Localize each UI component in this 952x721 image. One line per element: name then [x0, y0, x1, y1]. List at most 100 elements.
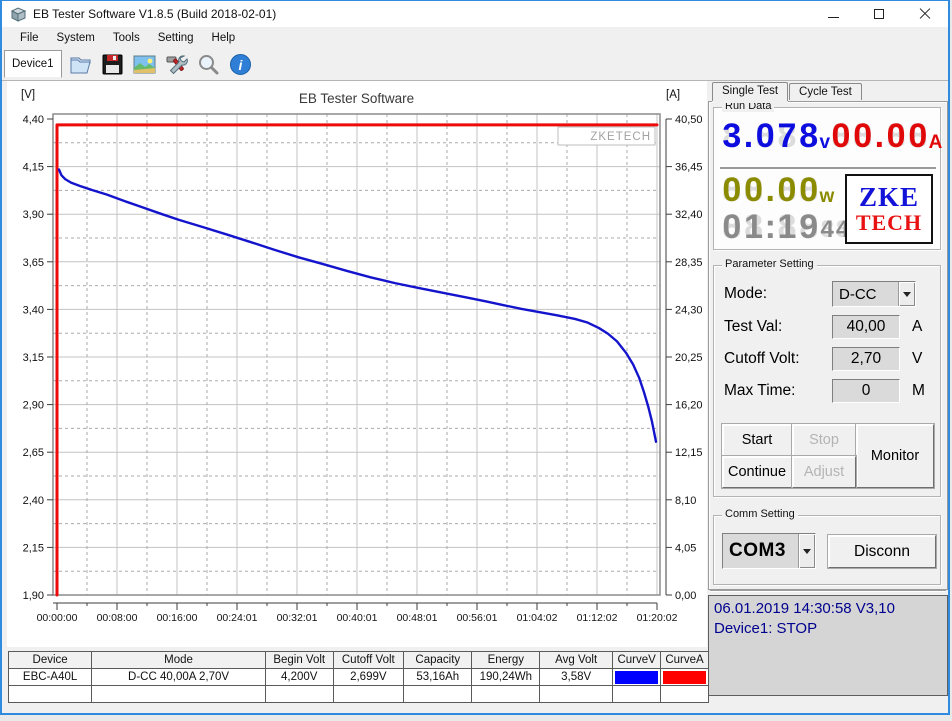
svg-text:00:40:01: 00:40:01	[337, 612, 378, 624]
svg-text:24,30: 24,30	[675, 304, 703, 316]
continue-button[interactable]: Continue	[722, 456, 792, 488]
curve-a-swatch	[663, 670, 706, 684]
mode-dropdown-icon[interactable]	[898, 282, 915, 306]
cell-begin-volt: 4,200V	[264, 668, 334, 686]
svg-text:ZKETECH: ZKETECH	[590, 131, 651, 143]
curve-v-swatch	[615, 670, 659, 684]
results-table: Device Mode Begin Volt Cutoff Volt Capac…	[8, 651, 709, 703]
svg-text:4,15: 4,15	[23, 162, 44, 174]
results-table-wrap: Device Mode Begin Volt Cutoff Volt Capac…	[8, 651, 709, 709]
minimize-icon[interactable]	[810, 1, 856, 27]
svg-text:EB Tester Software: EB Tester Software	[299, 91, 414, 106]
max-time-input[interactable]: 0	[832, 379, 900, 403]
voltage-unit: v	[819, 132, 831, 153]
monitor-button[interactable]: Monitor	[856, 424, 934, 488]
app-icon	[10, 6, 27, 22]
svg-text:32,40: 32,40	[675, 209, 703, 221]
current-unit: A	[928, 132, 943, 153]
status-timestamp: 06.01.2019 14:30:58 V3,10	[714, 600, 895, 617]
svg-text:20,25: 20,25	[675, 352, 703, 364]
window-title: EB Tester Software V1.8.5 (Build 2018-02…	[33, 7, 277, 21]
svg-text:40,50: 40,50	[675, 114, 703, 126]
panel-divider	[710, 590, 946, 592]
device-tab[interactable]: Device1	[4, 50, 62, 78]
cutoff-volt-input[interactable]: 2,70	[832, 347, 900, 371]
menu-file[interactable]: File	[11, 29, 48, 47]
mode-select[interactable]: D-CC	[832, 281, 916, 307]
current-display: 8080.8080	[831, 117, 928, 155]
start-button[interactable]: Start	[722, 424, 792, 456]
svg-text:2,40: 2,40	[23, 495, 44, 507]
svg-text:00:24:01: 00:24:01	[217, 612, 258, 624]
svg-text:3,90: 3,90	[23, 209, 44, 221]
stop-button[interactable]: Stop	[792, 424, 856, 456]
svg-text:01:20:02: 01:20:02	[637, 612, 678, 624]
svg-text:8,10: 8,10	[675, 495, 696, 507]
svg-text:00:32:01: 00:32:01	[277, 612, 318, 624]
tab-cycle-test[interactable]: Cycle Test	[789, 83, 862, 100]
svg-text:28,35: 28,35	[675, 257, 703, 269]
menu-help[interactable]: Help	[203, 29, 245, 47]
parameter-setting-legend: Parameter Setting	[722, 258, 817, 270]
svg-text:[V]: [V]	[21, 89, 35, 101]
info-icon[interactable]: i	[228, 51, 254, 77]
com-port-select[interactable]: COM3	[722, 533, 816, 569]
svg-text:3,15: 3,15	[23, 352, 44, 364]
svg-text:16,20: 16,20	[675, 400, 703, 412]
max-time-unit: M	[912, 382, 925, 399]
svg-text:00:56:01: 00:56:01	[457, 612, 498, 624]
svg-text:0,00: 0,00	[675, 590, 696, 602]
menu-system[interactable]: System	[48, 29, 104, 47]
cell-mode: D-CC 40,00A 2,70V	[91, 668, 266, 686]
maximize-icon[interactable]	[856, 1, 902, 27]
svg-text:12,15: 12,15	[675, 447, 703, 459]
menu-tools[interactable]: Tools	[104, 29, 149, 47]
svg-text:2,15: 2,15	[23, 542, 44, 554]
table-header-row: Device Mode Begin Volt Cutoff Volt Capac…	[8, 651, 709, 669]
toolbar: Device1 i	[2, 48, 948, 81]
parameter-setting-group: Parameter Setting Mode: D-CC Test Val: 4…	[713, 258, 941, 497]
test-val-unit: A	[912, 318, 923, 335]
svg-text:36,45: 36,45	[675, 162, 703, 174]
disconnect-button[interactable]: Disconn	[828, 535, 936, 568]
chart-panel: ZKETECH 4,40 4,15 3,90 3,65 3,40 3,15 2,90 2,65 2…	[7, 81, 707, 647]
tab-single-test[interactable]: Single Test	[712, 82, 789, 101]
comm-setting-group: Comm Setting COM3 Disconn	[713, 508, 941, 585]
svg-text:00:16:00: 00:16:00	[157, 612, 198, 624]
test-val-label: Test Val:	[724, 318, 783, 335]
app-window: EB Tester Software V1.8.5 (Build 2018-02…	[0, 0, 950, 715]
status-device-state: Device1: STOP	[714, 620, 818, 637]
svg-text:2,65: 2,65	[23, 447, 44, 459]
screen: EB Tester Software V1.8.5 (Build 2018-02…	[0, 0, 952, 721]
table-row[interactable]: EBC-A40L D-CC 40,00A 2,70V 4,200V 2,699V…	[8, 668, 709, 686]
svg-text:00:08:00: 00:08:00	[97, 612, 138, 624]
power-unit: w	[819, 186, 835, 207]
svg-text:00:00:00: 00:00:00	[37, 612, 78, 624]
tools-icon[interactable]	[164, 51, 190, 77]
cell-capacity: 53,16Ah	[403, 668, 473, 686]
voltage-display: 83.808788	[722, 117, 819, 155]
com-port-dropdown-icon[interactable]	[798, 534, 815, 568]
menu-setting[interactable]: Setting	[149, 29, 203, 47]
run-data-divider	[720, 167, 936, 169]
svg-text:01:04:02: 01:04:02	[517, 612, 558, 624]
cell-device: EBC-A40L	[8, 668, 93, 686]
adjust-button[interactable]: Adjust	[792, 456, 856, 488]
svg-text:2,90: 2,90	[23, 400, 44, 412]
time-display: 8081::8189	[722, 208, 819, 246]
close-icon[interactable]	[902, 1, 948, 27]
svg-text:00:48:01: 00:48:01	[397, 612, 438, 624]
svg-text:1,90: 1,90	[23, 590, 44, 602]
cell-cutoff-volt: 2,699V	[332, 668, 405, 686]
status-box: 06.01.2019 14:30:58 V3,10 Device1: STOP	[708, 595, 948, 696]
max-time-label: Max Time:	[724, 382, 796, 399]
zketech-logo: ZKE TECH	[845, 174, 933, 244]
cutoff-volt-unit: V	[912, 350, 923, 367]
zoom-icon[interactable]	[196, 51, 222, 77]
menu-bar: File System Tools Setting Help	[2, 27, 948, 48]
svg-text:3,40: 3,40	[23, 304, 44, 316]
test-val-input[interactable]: 40,00	[832, 315, 900, 339]
save-icon[interactable]	[100, 51, 126, 77]
image-icon[interactable]	[132, 51, 158, 77]
open-file-icon[interactable]	[68, 51, 94, 77]
